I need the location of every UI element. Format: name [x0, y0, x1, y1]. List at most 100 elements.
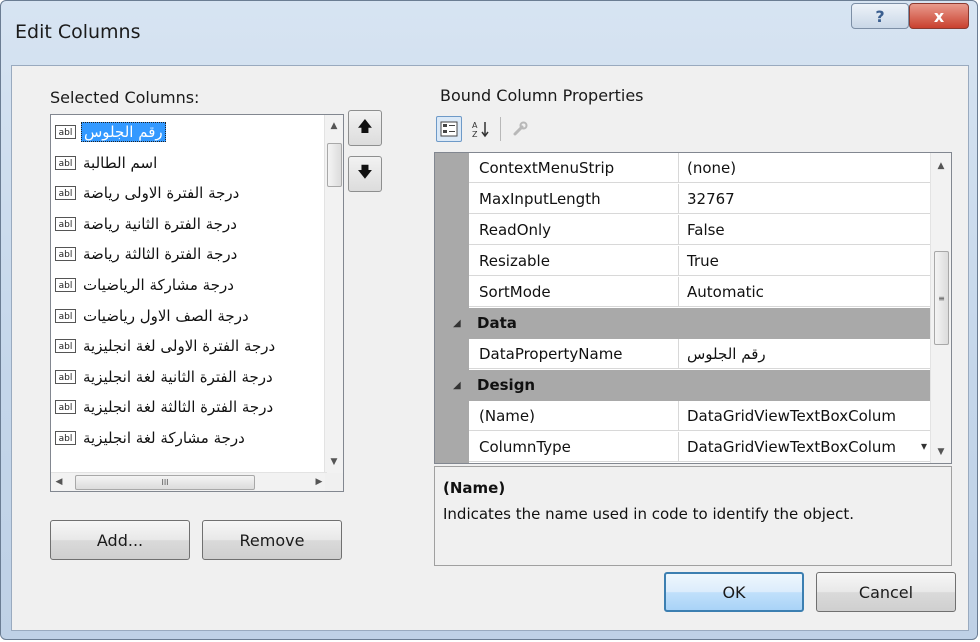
svg-text:Z: Z [472, 130, 478, 138]
row-margin [435, 339, 469, 370]
row-margin [435, 277, 469, 308]
bound-column-properties-label: Bound Column Properties [440, 86, 644, 105]
column-list-item[interactable]: abl اسم الطالبة [55, 148, 317, 178]
column-name: درجة مشاركة لغة انجليزية [83, 429, 245, 447]
property-grid[interactable]: ContextMenuStrip (none) MaxInputLength 3276… [434, 152, 952, 464]
column-list-item[interactable]: abl درجة الفترة الثالثة لغة انجليزية [55, 392, 317, 422]
cancel-button[interactable]: Cancel [816, 572, 956, 612]
list-vertical-scrollbar[interactable]: ▲ ▼ [324, 115, 343, 473]
column-list-item[interactable]: abl درجة الفترة الثانية رياضة [55, 209, 317, 239]
scroll-up-arrow-icon[interactable]: ▲ [325, 121, 343, 131]
textbox-column-icon: abl [55, 186, 76, 201]
collapse-caret-icon[interactable]: ◢ [453, 370, 461, 401]
list-scroll-thumb[interactable] [327, 143, 342, 187]
property-row[interactable]: ReadOnly False [435, 215, 931, 246]
property-description-panel: (Name) Indicates the name used in code t… [434, 466, 952, 566]
property-value[interactable]: 32767 [679, 184, 931, 214]
property-name: ContextMenuStrip [469, 153, 679, 183]
textbox-column-icon: abl [55, 400, 76, 415]
move-down-button[interactable]: 🡇 [348, 156, 382, 192]
property-name: MaxInputLength [469, 184, 679, 214]
dropdown-arrow-icon[interactable]: ▾ [921, 439, 927, 453]
column-name: درجة الصف الاول رياضيات [83, 306, 249, 325]
property-name: SortMode [469, 277, 679, 307]
ok-button[interactable]: OK [664, 572, 804, 612]
list-hscroll-thumb[interactable]: III [75, 475, 255, 490]
property-value[interactable]: DataGridViewTextBoxColum [679, 432, 931, 462]
scroll-right-arrow-icon[interactable]: ▶ [313, 477, 325, 487]
property-row[interactable]: ColumnType DataGridViewTextBoxColum ▾ [435, 432, 931, 463]
categorized-icon[interactable] [436, 116, 462, 142]
textbox-column-icon: abl [55, 155, 76, 170]
row-margin [435, 184, 469, 215]
textbox-column-icon: abl [55, 431, 76, 445]
collapse-caret-icon[interactable]: ◢ [453, 308, 461, 339]
move-up-button[interactable]: 🡅 [348, 110, 382, 146]
textbox-column-icon: abl [55, 339, 76, 354]
property-value[interactable]: Automatic [679, 277, 931, 307]
grid-scroll-thumb[interactable]: ≡ [934, 251, 949, 345]
property-value[interactable]: (none) [679, 153, 931, 183]
column-list-item[interactable]: abl درجة الفترة الاولى رياضة [55, 178, 317, 208]
property-row[interactable]: ContextMenuStrip (none) [435, 153, 931, 184]
column-name: درجة الفترة الاولى لغة انجليزية [83, 337, 276, 356]
row-margin [435, 432, 469, 463]
column-name: درجة الفترة الاولى رياضة [83, 184, 240, 203]
column-list-item[interactable]: abl درجة الفترة الاولى لغة انجليزية [55, 331, 317, 361]
category-name: Design [477, 376, 536, 394]
property-name: (Name) [469, 401, 679, 431]
description-text: Indicates the name used in code to ident… [443, 505, 855, 523]
scroll-left-arrow-icon[interactable]: ◀ [53, 477, 65, 487]
edit-columns-dialog: Edit Columns ? x Selected Columns: abl رق… [0, 0, 978, 640]
column-name: درجة الفترة الثانية رياضة [83, 214, 237, 233]
description-title: (Name) [443, 479, 506, 497]
help-button[interactable]: ? [851, 3, 909, 29]
property-grid-toolbar: A Z [436, 112, 533, 146]
property-row[interactable]: DataPropertyName رقم الجلوس [435, 339, 931, 370]
grid-scroll-down-arrow-icon[interactable]: ▼ [931, 447, 951, 457]
grid-vertical-scrollbar[interactable]: ▲ ≡ ▼ [930, 153, 951, 463]
alphabetical-icon[interactable]: A Z [468, 116, 494, 142]
column-list-item[interactable]: abl درجة مشاركة لغة انجليزية [55, 423, 317, 453]
row-margin [435, 246, 469, 277]
property-value[interactable]: رقم الجلوس [679, 339, 931, 369]
selected-columns-label: Selected Columns: [50, 88, 200, 107]
scroll-down-arrow-icon[interactable]: ▼ [325, 457, 343, 467]
add-button[interactable]: Add... [50, 520, 190, 560]
property-value[interactable]: DataGridViewTextBoxColum [679, 401, 931, 431]
row-margin [435, 215, 469, 246]
property-category[interactable]: ◢ Data [435, 308, 931, 339]
property-row[interactable]: MaxInputLength 32767 [435, 184, 931, 215]
row-margin [435, 153, 469, 184]
title-bar[interactable]: Edit Columns ? x [1, 1, 977, 63]
selected-columns-list[interactable]: abl رقم الجلوس abl اسم الطالبة abl درجة الفتر… [50, 114, 344, 492]
property-category[interactable]: ◢ Design [435, 370, 931, 401]
close-button[interactable]: x [909, 3, 969, 29]
column-list-item[interactable]: abl درجة مشاركة الرياضيات [55, 270, 317, 300]
textbox-column-icon: abl [55, 247, 76, 262]
column-list-item[interactable]: abl درجة الصف الاول رياضيات [55, 301, 317, 331]
row-margin [435, 401, 469, 432]
property-pages-icon[interactable] [507, 116, 533, 142]
property-value[interactable]: True [679, 246, 931, 276]
property-row[interactable]: Resizable True [435, 246, 931, 277]
column-name: رقم الجلوس [81, 122, 166, 142]
scroll-corner [325, 473, 343, 491]
column-name: درجة مشاركة الرياضيات [83, 276, 234, 294]
remove-button[interactable]: Remove [202, 520, 342, 560]
svg-text:A: A [472, 121, 478, 130]
column-list-item[interactable]: abl درجة الفترة الثالثة رياضة [55, 239, 317, 269]
arrow-up-icon: 🡅 [357, 116, 373, 135]
window-title: Edit Columns [15, 21, 141, 43]
property-row[interactable]: (Name) DataGridViewTextBoxColum [435, 401, 931, 432]
property-row[interactable]: SortMode Automatic [435, 277, 931, 308]
column-name: درجة الفترة الثالثة رياضة [83, 245, 238, 264]
grid-scroll-up-arrow-icon[interactable]: ▲ [931, 161, 951, 171]
column-name: اسم الطالبة [83, 153, 158, 172]
list-horizontal-scrollbar[interactable]: ◀ III ▶ [51, 472, 327, 491]
column-list-item[interactable]: abl درجة الفترة الثانية لغة انجليزية [55, 362, 317, 392]
property-value[interactable]: False [679, 215, 931, 245]
column-list-item[interactable]: abl رقم الجلوس [55, 117, 317, 147]
column-name: درجة الفترة الثانية لغة انجليزية [83, 367, 273, 386]
property-name: ReadOnly [469, 215, 679, 245]
